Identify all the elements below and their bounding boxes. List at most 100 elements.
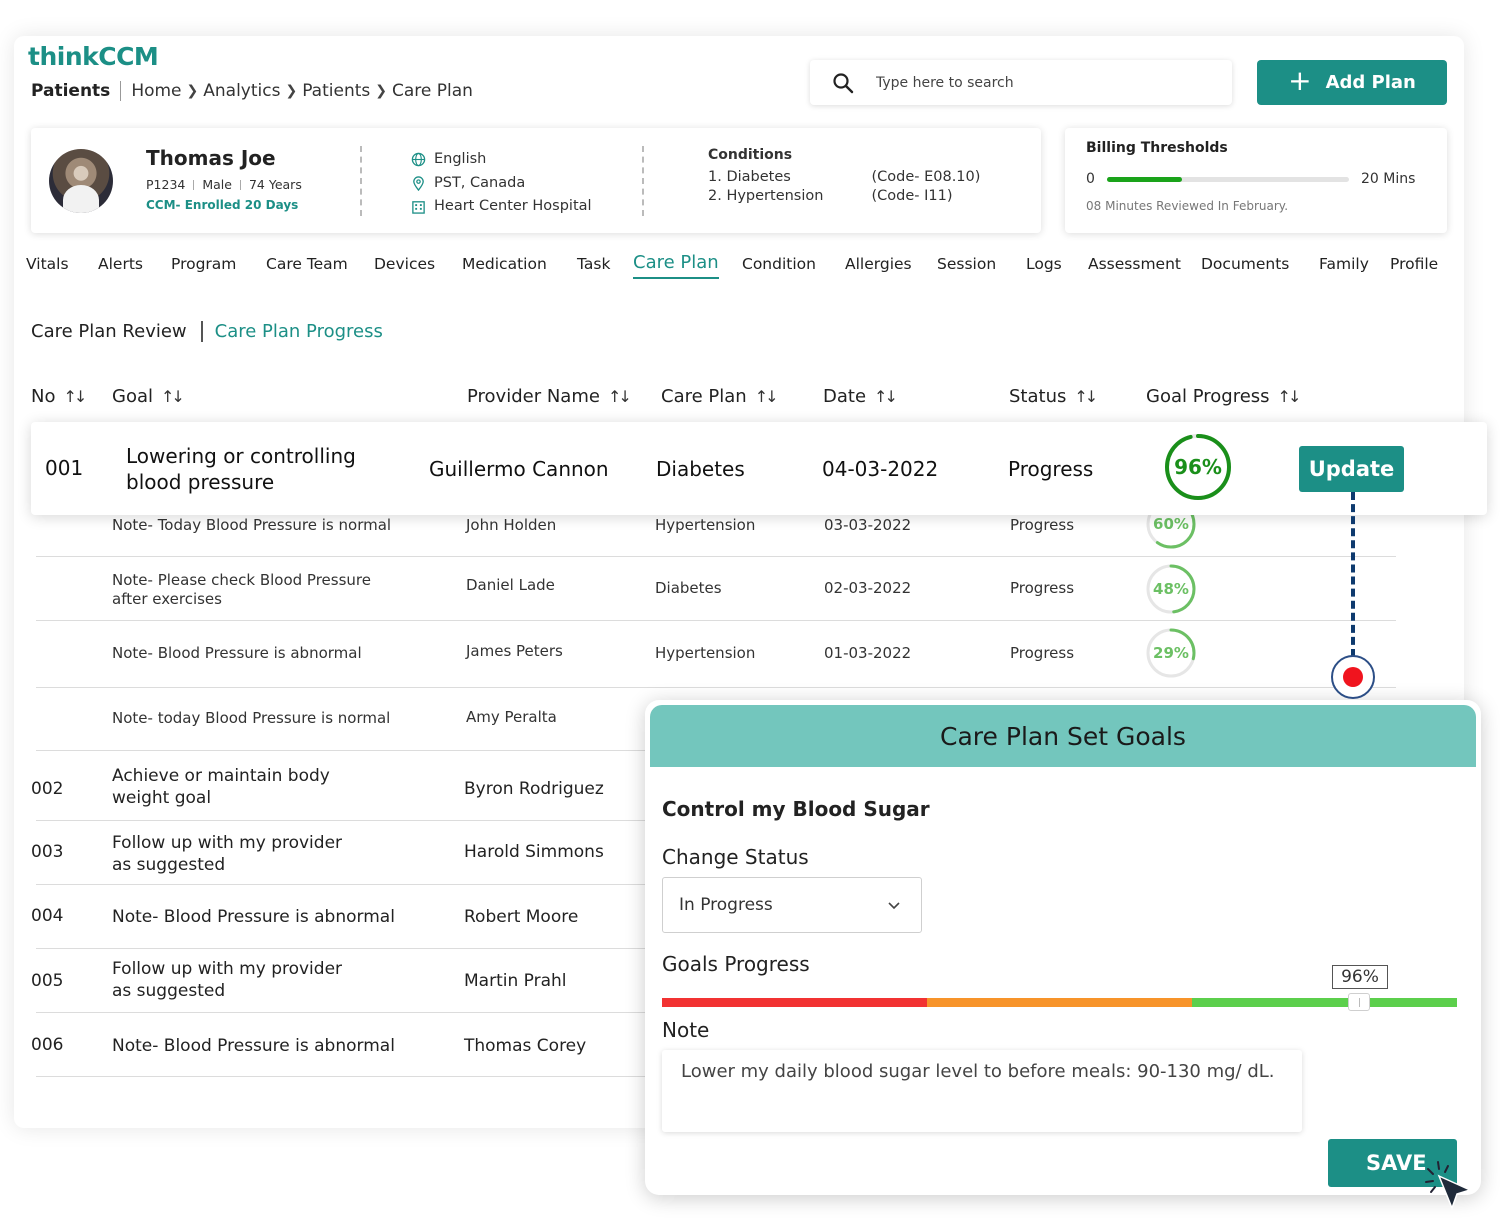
- note-textarea[interactable]: Lower my daily blood sugar level to befo…: [662, 1050, 1302, 1132]
- sort-icon[interactable]: ↑↓: [161, 387, 185, 406]
- sort-icon[interactable]: ↑↓: [1074, 387, 1098, 406]
- search-box[interactable]: [810, 60, 1232, 105]
- column-header-label: Provider Name: [467, 386, 600, 407]
- condition-name: 2. Hypertension: [708, 188, 824, 204]
- note-text: Note- today Blood Pressure is normal: [112, 709, 391, 727]
- sort-icon[interactable]: ↑↓: [874, 387, 898, 406]
- add-plan-button[interactable]: + Add Plan: [1257, 60, 1447, 105]
- goal-progress-ring: 48%: [1145, 563, 1197, 615]
- goals-progress-slider-track[interactable]: [662, 998, 1457, 1007]
- row-provider: Robert Moore: [464, 907, 579, 927]
- note-provider: Daniel Lade: [466, 576, 555, 594]
- tab-allergies[interactable]: Allergies: [845, 255, 912, 273]
- note-care-plan: Hypertension: [655, 644, 756, 662]
- tab-devices[interactable]: Devices: [374, 255, 435, 273]
- goals-progress-value: 96%: [1332, 965, 1388, 989]
- avatar[interactable]: [49, 149, 113, 213]
- tab-family[interactable]: Family: [1319, 255, 1369, 273]
- goal-progress-ring: 29%: [1145, 627, 1197, 679]
- goal-progress-ring: 96%: [1163, 432, 1233, 502]
- breadcrumb-patients[interactable]: Patients: [302, 81, 370, 101]
- breadcrumb-home[interactable]: Home: [131, 81, 181, 101]
- note-text: Note- Please check Blood Pressure after e…: [112, 571, 371, 609]
- breadcrumb-section[interactable]: Patients: [31, 81, 122, 101]
- search-input[interactable]: [876, 74, 1176, 91]
- column-header-goal[interactable]: Goal ↑↓: [112, 386, 185, 407]
- row-goal-line: weight goal: [112, 788, 212, 808]
- dialog-title: Care Plan Set Goals: [650, 705, 1476, 767]
- subtab-care-plan-progress[interactable]: Care Plan Progress: [215, 321, 383, 342]
- row-care-plan: Diabetes: [656, 457, 745, 481]
- tab-condition[interactable]: Condition: [742, 255, 816, 273]
- breadcrumb-analytics[interactable]: Analytics: [203, 81, 280, 101]
- column-header-status[interactable]: Status ↑↓: [1009, 386, 1098, 407]
- row-goal: Note- Blood Pressure is abnormal: [112, 907, 395, 927]
- note-date: 03-03-2022: [824, 516, 912, 534]
- breadcrumb-care-plan[interactable]: Care Plan: [392, 81, 473, 101]
- goal-progress-value: 29%: [1153, 644, 1189, 662]
- goals-progress-slider-handle[interactable]: [1348, 993, 1370, 1011]
- table-row-highlighted[interactable]: 001 Lowering or controlling blood pressur…: [31, 422, 1487, 515]
- app-logo[interactable]: thinkCCM: [28, 42, 159, 71]
- condition-code: (Code- E08.10): [871, 169, 981, 185]
- column-header-date[interactable]: Date ↑↓: [823, 386, 898, 407]
- row-number: 004: [31, 906, 64, 926]
- column-header-goal-progress[interactable]: Goal Progress ↑↓: [1146, 386, 1302, 407]
- chevron-right-icon: ❯: [186, 83, 199, 99]
- row-number: 003: [31, 842, 64, 862]
- tab-session[interactable]: Session: [937, 255, 996, 273]
- tab-documents[interactable]: Documents: [1201, 255, 1289, 273]
- tab-program[interactable]: Program: [171, 255, 236, 273]
- sort-icon[interactable]: ↑↓: [1278, 387, 1302, 406]
- tab-logs[interactable]: Logs: [1026, 255, 1062, 273]
- goal-progress-value: 96%: [1174, 455, 1222, 479]
- change-status-label: Change Status: [662, 845, 809, 869]
- plus-icon: +: [1288, 64, 1312, 97]
- row-goal: Note- Blood Pressure is abnormal: [112, 1036, 395, 1056]
- column-header-care-plan[interactable]: Care Plan ↑↓: [661, 386, 779, 407]
- note-provider: Amy Peralta: [466, 708, 557, 726]
- row-divider: [36, 687, 1396, 688]
- sort-icon[interactable]: ↑↓: [63, 387, 87, 406]
- divider: [642, 146, 644, 216]
- column-header-provider[interactable]: Provider Name ↑↓: [467, 386, 632, 407]
- sort-icon[interactable]: ↑↓: [755, 387, 779, 406]
- note-status: Progress: [1010, 644, 1075, 662]
- note-status: Progress: [1010, 579, 1075, 597]
- goals-progress-label: Goals Progress: [662, 952, 810, 976]
- tab-task[interactable]: Task: [577, 255, 610, 273]
- tab-medication[interactable]: Medication: [462, 255, 547, 273]
- row-goal-line: as suggested: [112, 981, 226, 1001]
- column-header-no[interactable]: No ↑↓: [31, 386, 87, 407]
- row-date: 04-03-2022: [822, 457, 939, 481]
- slider-segment-orange: [927, 998, 1192, 1007]
- column-header-label: Care Plan: [661, 386, 747, 407]
- update-button[interactable]: Update: [1299, 446, 1404, 492]
- tab-profile[interactable]: Profile: [1390, 255, 1438, 273]
- subtab-bar: Care Plan Review Care Plan Progress: [31, 321, 383, 342]
- tab-vitals[interactable]: Vitals: [26, 255, 69, 273]
- note-text: Note- Today Blood Pressure is normal: [112, 516, 392, 534]
- note-label: Note: [662, 1018, 710, 1042]
- row-divider: [36, 1012, 646, 1013]
- tab-care-team[interactable]: Care Team: [266, 255, 348, 273]
- column-header-label: Goal Progress: [1146, 386, 1270, 407]
- tab-care-plan[interactable]: Care Plan: [633, 252, 719, 279]
- row-goal-line: as suggested: [112, 855, 226, 875]
- status-select[interactable]: In Progress: [662, 877, 922, 933]
- column-header-label: Goal: [112, 386, 153, 407]
- tab-assessment[interactable]: Assessment: [1088, 255, 1181, 273]
- column-header-label: Status: [1009, 386, 1067, 407]
- note-date: 02-03-2022: [824, 579, 912, 597]
- row-divider: [36, 620, 1396, 621]
- note-provider: James Peters: [466, 642, 563, 660]
- patient-timezone: PST, Canada: [434, 174, 526, 191]
- tab-alerts[interactable]: Alerts: [98, 255, 143, 273]
- row-provider: Byron Rodriguez: [464, 779, 604, 799]
- row-number: 002: [31, 779, 64, 799]
- row-goal-line: Follow up with my provider: [112, 959, 343, 979]
- sort-icon[interactable]: ↑↓: [608, 387, 632, 406]
- chevron-right-icon: ❯: [285, 83, 298, 99]
- patient-age: 74 Years: [248, 177, 302, 192]
- subtab-care-plan-review[interactable]: Care Plan Review: [31, 321, 203, 342]
